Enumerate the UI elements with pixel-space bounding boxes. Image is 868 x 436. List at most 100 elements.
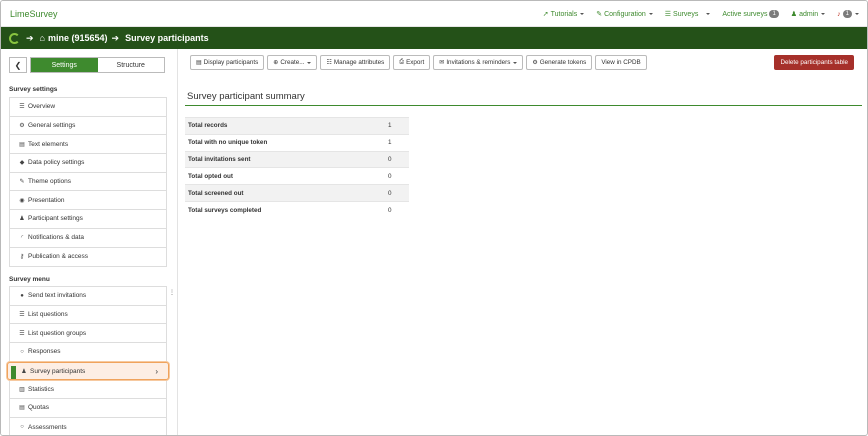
sidebar-item-theme-options[interactable]: ✎ Theme options — [10, 173, 166, 192]
active-surveys-badge: 1 — [769, 10, 779, 18]
survey-titlebar: ➔ ⌂ mine (915654) ➔ Survey participants — [1, 27, 867, 49]
sidebar-item-notifications-data[interactable]: ◜ Notifications & data — [10, 229, 166, 248]
brand-logo[interactable]: LimeSurvey — [10, 9, 58, 19]
surveys-dropdown[interactable] — [703, 13, 711, 15]
menu-item-label: Data policy settings — [28, 159, 85, 167]
menu-item-label: Notifications & data — [28, 234, 85, 242]
menu-item-label: Participant settings — [28, 215, 83, 223]
tutorials-menu[interactable]: ➚ Tutorials — [543, 10, 585, 18]
sidebar-item-participant-settings[interactable]: ♟ Participant settings — [10, 210, 166, 229]
summary-value: 0 — [385, 167, 409, 185]
sidebar-item-general-settings[interactable]: ⚙ General settings — [10, 117, 166, 136]
chevron-down-icon — [307, 61, 312, 64]
chevron-down-icon — [855, 13, 859, 15]
sidebar-item-survey-participants[interactable]: ♟ Survey participants › — [7, 361, 169, 381]
breadcrumb-survey[interactable]: ⌂ mine (915654) — [40, 33, 108, 43]
chevron-down-icon — [580, 13, 585, 15]
chevron-left-icon: ❮ — [14, 60, 22, 70]
list-icon: ☰ — [19, 312, 25, 319]
list-alt-icon: ▤ — [196, 60, 202, 66]
menu-item-label: Text elements — [28, 140, 69, 148]
breadcrumb-page: Survey participants — [125, 33, 209, 43]
table-row: Total records 1 — [185, 117, 409, 135]
shield-icon: ◆ — [19, 160, 25, 167]
summary-label: Total opted out — [185, 167, 385, 185]
sidebar-item-send-text-invitations[interactable]: ● Send text invitations — [10, 287, 166, 306]
app-window: LimeSurvey ➚ Tutorials ✎ Configuration ☰… — [0, 0, 868, 436]
survey-settings-menu: ☰ Overview ⚙ General settings ▤ Text elements… — [9, 97, 167, 268]
chevron-down-icon — [706, 13, 711, 15]
table-row: Total with no unique token 1 — [185, 133, 409, 152]
table-row: Total surveys completed 0 — [185, 200, 409, 219]
manage-attributes-button[interactable]: ☷ Manage attributes — [320, 55, 391, 70]
limesurvey-logo-icon[interactable] — [9, 32, 20, 44]
menu-item-label: General settings — [28, 122, 76, 130]
active-surveys-label: Active surveys — [722, 10, 768, 18]
top-nav: ➚ Tutorials ✎ Configuration ☰ Surveys Ac… — [531, 10, 859, 18]
menu-item-label: Quotas — [28, 404, 49, 412]
invitations-reminders-button[interactable]: ✉ Invitations & reminders — [433, 55, 524, 70]
home-icon: ⌂ — [39, 33, 45, 43]
summary-value: 1 — [385, 117, 409, 135]
chevron-down-icon — [648, 13, 653, 15]
summary-table: Total records 1 Total with no unique token… — [185, 117, 409, 219]
notifications-menu[interactable]: ♪ 1 — [837, 10, 859, 18]
summary-value: 1 — [385, 133, 409, 152]
sidebar-item-responses[interactable]: ○ Responses — [10, 343, 166, 362]
tasks-icon: ▤ — [19, 405, 25, 412]
generate-tokens-label: Generate tokens — [539, 59, 587, 66]
attributes-icon: ☷ — [326, 60, 332, 66]
menu-item-label: Theme options — [28, 178, 71, 186]
sidebar: ❮ Settings Structure Survey settings ☰ Ov… — [1, 49, 175, 435]
surveys-link[interactable]: ☰ Surveys — [665, 10, 699, 19]
sidebar-item-list-question-groups[interactable]: ☰ List question groups — [10, 324, 166, 344]
sidebar-item-quotas[interactable]: ▤ Quotas — [10, 399, 166, 418]
tab-structure[interactable]: Structure — [98, 58, 165, 72]
user-icon: ♟ — [21, 368, 27, 375]
breadcrumb-survey-label: mine (915654) — [47, 33, 108, 43]
summary-label: Total with no unique token — [185, 133, 385, 152]
paintbrush-icon: ✎ — [19, 179, 25, 186]
sidebar-item-data-policy-settings[interactable]: ◆ Data policy settings — [10, 154, 166, 173]
summary-label: Total invitations sent — [185, 150, 385, 168]
configuration-menu[interactable]: ✎ Configuration — [596, 10, 653, 18]
users-icon: ♟ — [19, 216, 25, 223]
sidebar-item-presentation[interactable]: ◉ Presentation — [10, 191, 166, 211]
export-button[interactable]: ⎙ Export — [393, 55, 431, 70]
sidebar-item-assessments[interactable]: ○ Assessments — [10, 418, 166, 435]
menu-item-label: List questions — [28, 311, 68, 319]
delete-participants-table-button[interactable]: Delete participants table — [774, 55, 854, 70]
summary-label: Total surveys completed — [185, 200, 385, 219]
sidebar-item-list-questions[interactable]: ☰ List questions — [10, 306, 166, 325]
menu-item-label: Presentation — [28, 196, 65, 204]
tutorials-label: Tutorials — [550, 10, 578, 18]
sidebar-item-text-elements[interactable]: ▤ Text elements — [10, 135, 166, 155]
tab-settings[interactable]: Settings — [31, 58, 98, 72]
surveys-label: Surveys — [673, 10, 699, 18]
table-row: Total screened out 0 — [185, 184, 409, 202]
arrow-right-icon: ➔ — [26, 32, 34, 43]
table-row: Total opted out 0 — [185, 167, 409, 185]
sidebar-item-overview[interactable]: ☰ Overview — [10, 98, 166, 117]
bell-icon: ♪ — [837, 10, 841, 18]
collapse-sidebar-button[interactable]: ❮ — [9, 57, 27, 73]
table-row: Total invitations sent 0 — [185, 150, 409, 168]
generate-tokens-button[interactable]: ⚙ Generate tokens — [526, 55, 593, 70]
active-surveys-link[interactable]: Active surveys 1 — [722, 10, 779, 18]
active-indicator — [11, 365, 16, 379]
user-menu[interactable]: ♟ admin — [791, 10, 826, 18]
sidebar-resize-handle[interactable]: ⋮ — [169, 289, 175, 296]
create-dropdown-button[interactable]: ⊕ Create... — [267, 55, 318, 70]
survey-menu: ● Send text invitations ☰ List questions ☰ Li… — [7, 286, 169, 435]
summary-value: 0 — [385, 200, 409, 219]
manage-attributes-label: Manage attributes — [333, 59, 385, 66]
chevron-down-icon — [821, 13, 826, 15]
display-participants-button[interactable]: ▤ Display participants — [190, 55, 265, 70]
menu-item-label: Publication & access — [28, 253, 88, 261]
summary-value: 0 — [385, 150, 409, 168]
sidebar-item-publication-access[interactable]: ⚷ Publication & access — [10, 248, 166, 267]
cogs-icon: ⚙ — [19, 123, 25, 130]
view-cpdb-label: View in CPDB — [601, 59, 641, 66]
sidebar-item-statistics[interactable]: ▥ Statistics — [10, 380, 166, 400]
view-cpdb-button[interactable]: View in CPDB — [595, 55, 647, 70]
